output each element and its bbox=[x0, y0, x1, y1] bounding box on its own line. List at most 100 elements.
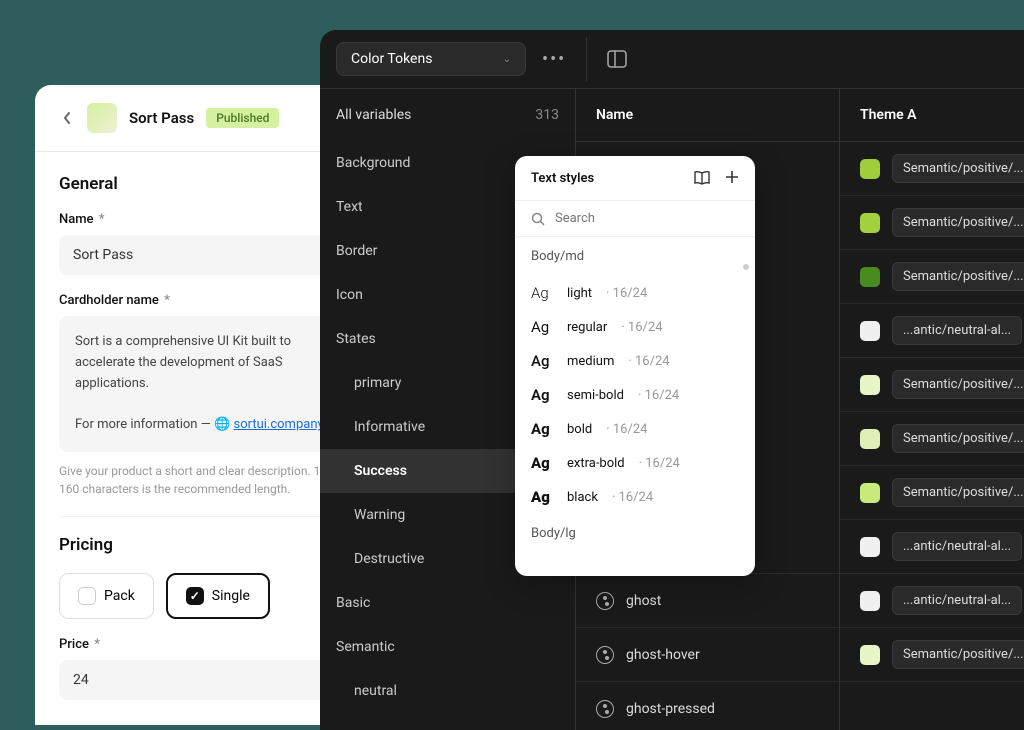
text-style-item[interactable]: Agregular · 16/24 bbox=[515, 310, 755, 344]
token-pill: Semantic/positive/... bbox=[892, 478, 1024, 507]
style-name: extra-bold bbox=[567, 456, 625, 471]
text-style-item[interactable]: Agbold · 16/24 bbox=[515, 412, 755, 446]
search-icon bbox=[531, 212, 545, 226]
style-meta: · 16/24 bbox=[621, 320, 662, 335]
style-name: bold bbox=[567, 422, 592, 437]
ag-preview: Ag bbox=[531, 420, 553, 438]
theme-value-row[interactable]: ...antic/neutral-al... bbox=[840, 520, 1024, 574]
color-swatch bbox=[860, 321, 880, 341]
style-meta: · 16/24 bbox=[638, 388, 679, 403]
variable-row[interactable]: ghost-hover bbox=[576, 628, 839, 682]
variable-row[interactable]: ghost-pressed bbox=[576, 682, 839, 730]
sidebar-item[interactable]: Basic bbox=[320, 581, 575, 625]
book-icon[interactable] bbox=[693, 170, 711, 186]
description-box[interactable]: Sort is a comprehensive UI Kit built to … bbox=[59, 316, 351, 452]
name-label: Name * bbox=[59, 212, 351, 227]
palette-icon bbox=[596, 700, 614, 718]
color-swatch bbox=[860, 213, 880, 233]
theme-value-row[interactable]: Semantic/positive/... bbox=[840, 466, 1024, 520]
divider bbox=[59, 516, 351, 517]
description-text1: Sort is a comprehensive UI Kit built to … bbox=[75, 332, 335, 394]
ag-preview: Ag bbox=[531, 386, 553, 404]
scrollbar-thumb[interactable] bbox=[743, 264, 749, 270]
token-pill: Semantic/positive/... bbox=[892, 370, 1024, 399]
ag-preview: Ag bbox=[531, 284, 553, 302]
style-name: medium bbox=[567, 354, 614, 369]
section-title-general: General bbox=[59, 174, 351, 194]
price-label: Price * bbox=[59, 637, 351, 652]
text-style-item[interactable]: Ag semi-bold · 16/24 bbox=[515, 378, 755, 412]
group-body-lg: Body/lg bbox=[515, 514, 755, 553]
text-style-item[interactable]: Agmedium · 16/24 bbox=[515, 344, 755, 378]
theme-value-row[interactable]: ...antic/neutral-al... bbox=[840, 574, 1024, 628]
chip-single[interactable]: Single bbox=[166, 573, 270, 619]
product-logo bbox=[87, 103, 117, 133]
panel-layout-button[interactable] bbox=[607, 50, 627, 68]
token-pill: ...antic/neutral-al... bbox=[892, 586, 1022, 615]
color-swatch bbox=[860, 645, 880, 665]
more-options-button[interactable]: ••• bbox=[542, 49, 566, 70]
theme-value-row[interactable]: Semantic/positive/... bbox=[840, 358, 1024, 412]
token-pill: Semantic/positive/... bbox=[892, 262, 1024, 291]
theme-value-row[interactable]: Semantic/positive/... bbox=[840, 628, 1024, 682]
color-swatch bbox=[860, 591, 880, 611]
color-swatch bbox=[860, 429, 880, 449]
sidebar-item[interactable]: neutral bbox=[320, 669, 575, 713]
description-help: Give your product a short and clear desc… bbox=[59, 462, 351, 498]
ag-preview: Ag bbox=[531, 352, 553, 370]
style-name: regular bbox=[567, 320, 607, 335]
text-style-item[interactable]: Aglight · 16/24 bbox=[515, 276, 755, 310]
popover-search bbox=[515, 200, 755, 237]
popover-header: Text styles bbox=[515, 156, 755, 200]
variables-toolbar: Color Tokens ⌄ ••• bbox=[320, 30, 1024, 89]
chevron-down-icon: ⌄ bbox=[503, 54, 511, 65]
theme-value-row[interactable]: Semantic/positive/... bbox=[840, 250, 1024, 304]
group-body-md: Body/md bbox=[515, 237, 755, 276]
palette-icon bbox=[596, 592, 614, 610]
chip-pack[interactable]: Pack bbox=[59, 573, 154, 619]
column-header-theme: Theme A bbox=[840, 89, 1024, 142]
popover-title: Text styles bbox=[531, 171, 594, 186]
text-styles-popover: Text styles Body/md Aglight · 16/24Agreg… bbox=[515, 156, 755, 576]
token-pill: ...antic/neutral-al... bbox=[892, 316, 1022, 345]
description-link[interactable]: sortui.company bbox=[233, 417, 323, 432]
theme-value-row[interactable]: Semantic/positive/... bbox=[840, 412, 1024, 466]
color-swatch bbox=[860, 537, 880, 557]
search-input[interactable] bbox=[555, 211, 739, 226]
token-pill: ...antic/neutral-al... bbox=[892, 532, 1022, 561]
description-text2: For more information — 🌐 sortui.company bbox=[75, 415, 335, 436]
pricing-chips: Pack Single bbox=[59, 573, 351, 619]
product-title: Sort Pass bbox=[129, 109, 194, 127]
token-pill: Semantic/positive/... bbox=[892, 154, 1024, 183]
text-style-item[interactable]: Ag extra-bold · 16/24 bbox=[515, 446, 755, 480]
column-header-name: Name bbox=[576, 89, 839, 142]
ag-preview: Ag bbox=[531, 454, 553, 472]
token-pill: Semantic/positive/... bbox=[892, 208, 1024, 237]
ag-preview: Ag bbox=[531, 488, 553, 506]
theme-value-row[interactable]: Semantic/positive/... bbox=[840, 196, 1024, 250]
cardholder-label: Cardholder name * bbox=[59, 293, 351, 308]
collection-dropdown[interactable]: Color Tokens ⌄ bbox=[336, 42, 526, 76]
separator bbox=[586, 37, 587, 81]
style-meta: · 16/24 bbox=[606, 422, 647, 437]
back-button[interactable] bbox=[59, 110, 75, 126]
variable-name: ghost bbox=[626, 593, 661, 609]
checkbox-pack[interactable] bbox=[78, 587, 96, 605]
style-name: semi-bold bbox=[567, 388, 624, 403]
variable-row[interactable]: ghost bbox=[576, 574, 839, 628]
color-swatch bbox=[860, 483, 880, 503]
palette-icon bbox=[596, 646, 614, 664]
text-style-item[interactable]: Agblack · 16/24 bbox=[515, 480, 755, 514]
checkbox-single[interactable] bbox=[186, 587, 204, 605]
theme-value-row[interactable]: Semantic/positive/... bbox=[840, 142, 1024, 196]
plus-icon[interactable] bbox=[725, 170, 739, 186]
style-meta: · 16/24 bbox=[639, 456, 680, 471]
color-swatch bbox=[860, 159, 880, 179]
style-meta: · 16/24 bbox=[606, 286, 647, 301]
price-input[interactable] bbox=[59, 660, 351, 700]
token-pill: Semantic/positive/... bbox=[892, 424, 1024, 453]
section-title-pricing: Pricing bbox=[59, 535, 351, 555]
sidebar-item[interactable]: Semantic bbox=[320, 625, 575, 669]
theme-value-row[interactable]: ...antic/neutral-al... bbox=[840, 304, 1024, 358]
name-input[interactable] bbox=[59, 235, 351, 275]
